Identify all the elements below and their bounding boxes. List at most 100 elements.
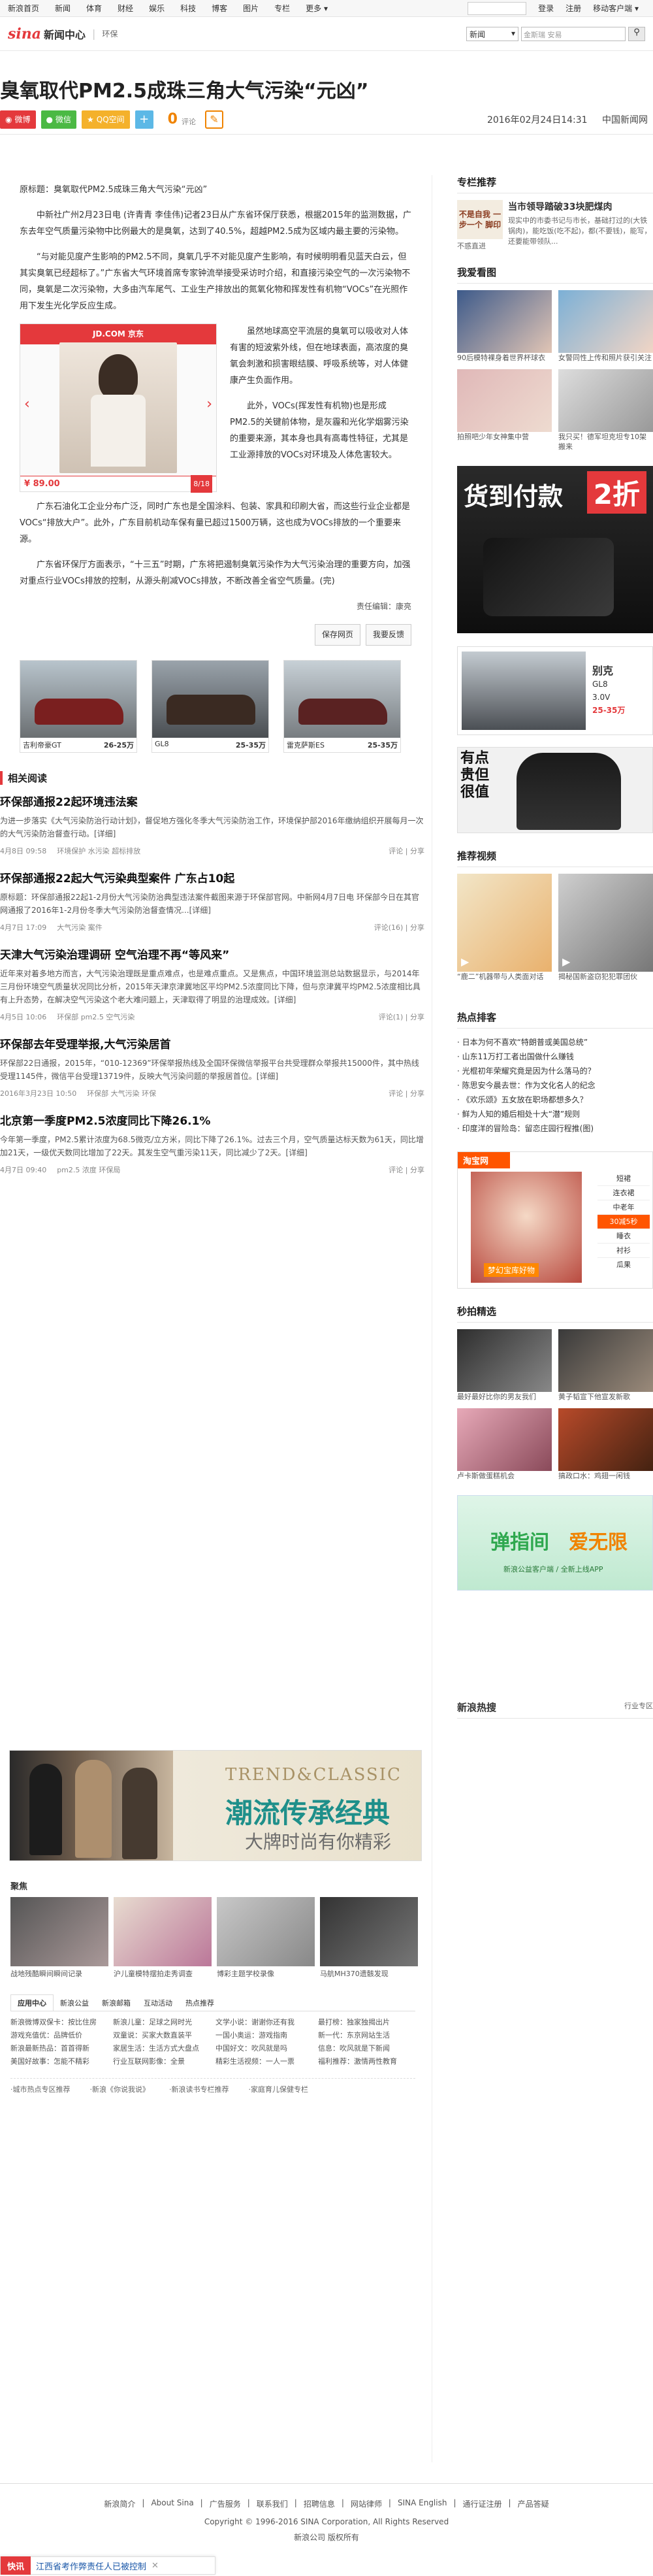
flash-news-bar[interactable]: 快讯 江西省考作弊责任人已被控制 ✕ xyxy=(0,2556,215,2575)
tab-link[interactable]: 游戏充值优：品牌低价 xyxy=(10,2030,108,2041)
share-more-button[interactable]: + xyxy=(135,110,153,129)
tab-footer-link[interactable]: ·城市热点专区推荐 xyxy=(10,2084,71,2094)
comment-count[interactable]: 0 评论 ✎ xyxy=(168,110,223,129)
related-item-title[interactable]: 北京第一季度PM2.5浓度同比下降26.1% xyxy=(0,1112,424,1128)
tab-link[interactable]: 美国好故事：怎能不精彩 xyxy=(10,2056,108,2068)
news-center-logo[interactable]: 新闻中心 xyxy=(44,26,86,42)
related-item-actions[interactable]: 评论 | 分享 xyxy=(389,1164,424,1175)
recommend-item-title[interactable]: 当市领导踏破33块肥煤肉 xyxy=(508,200,653,213)
focus-item[interactable]: 沪儿童模特摆拍走秀调查 xyxy=(114,1897,212,1979)
nav-link-more[interactable]: 更多 ▾ xyxy=(306,3,328,14)
tab-link[interactable]: 最打榜：独家独揭出片 xyxy=(318,2017,415,2028)
taobao-tag[interactable]: 短裙 xyxy=(597,1172,650,1186)
related-item-actions[interactable]: 评论 | 分享 xyxy=(389,846,424,856)
header-search-input[interactable]: 金斯瑞 安易 xyxy=(521,26,626,41)
login-link[interactable]: 登录 xyxy=(538,3,554,14)
buick-ad[interactable]: 别克 GL8 3.0V 25-35万 xyxy=(457,646,653,735)
gallery-prev-icon[interactable]: ‹ xyxy=(24,396,30,412)
nav-link-sports[interactable]: 体育 xyxy=(86,3,102,14)
taobao-tag[interactable]: 30减5秒 xyxy=(597,1215,650,1229)
related-item-tags[interactable]: 环保部 pm2.5 空气污染 xyxy=(57,1012,135,1022)
tab-footer-link[interactable]: ·新浪《你说我说》 xyxy=(90,2084,150,2094)
focus-item[interactable]: 马航MH370遗骸发现 xyxy=(320,1897,418,1979)
second-pick-item[interactable]: 卢卡斯做蛋糕机会 xyxy=(457,1408,552,1481)
taobao-tag[interactable]: 衬衫 xyxy=(597,1244,650,1258)
love-pic-item[interactable]: 女警同性上传和照片获引关注 xyxy=(558,290,653,363)
tab-link[interactable]: 一国小奥运：游戏指南 xyxy=(215,2030,313,2041)
hot-list-item[interactable]: · 《欢乐颂》五女放在职场都想多久？ xyxy=(457,1093,653,1107)
taobao-tag[interactable]: 中老年 xyxy=(597,1200,650,1215)
tab-link[interactable]: 新浪微博双保卡：按比住房 xyxy=(10,2017,108,2028)
related-item-title[interactable]: 环保部通报22起大气污染典型案件 广东占10起 xyxy=(0,869,424,885)
top-search-input[interactable] xyxy=(468,1,527,15)
register-link[interactable]: 注册 xyxy=(565,3,581,14)
tab-app-center[interactable]: 应用中心 xyxy=(10,1994,54,2011)
tab-link[interactable]: 双童说：买家大数直装平 xyxy=(113,2030,210,2041)
related-item-tags[interactable]: 环保部 大气污染 环保 xyxy=(87,1088,156,1098)
hot-list-item[interactable]: · 印度洋的冒险岛：留恋庄园行程推(图) xyxy=(457,1121,653,1136)
close-icon[interactable]: ✕ xyxy=(151,2561,159,2571)
nav-link-finance[interactable]: 财经 xyxy=(118,3,133,14)
taobao-ad[interactable]: 淘宝网 梦幻宝库好物 短裙 连衣裙 中老年 30减5秒 睡衣 衬衫 瓜果 xyxy=(457,1151,653,1289)
related-item-title[interactable]: 环保部通报22起环境违法案 xyxy=(0,793,424,809)
recommend-item[interactable]: 不是自我 一步一个 脚印 不惑直进 当市领导踏破33块肥煤肉 现实中的市委书记与… xyxy=(457,200,653,251)
tab-link[interactable]: 新浪最新热品：首首得新 xyxy=(10,2043,108,2055)
article-source[interactable]: 中国新闻网 xyxy=(602,115,648,125)
footer-link[interactable]: 产品答疑 xyxy=(518,2498,549,2509)
tab-link[interactable]: 家居生活：生活方式大盘点 xyxy=(113,2043,210,2055)
focus-item[interactable]: 博彩主题学校录像 xyxy=(217,1897,315,1979)
cod-ad-banner[interactable]: 货到付款 2折 xyxy=(457,466,653,633)
taobao-tag[interactable]: 连衣裙 xyxy=(597,1186,650,1200)
video-item[interactable]: ▶ “鹿二”机器带与人类面对话 xyxy=(457,874,552,982)
play-icon[interactable]: ▶ xyxy=(461,955,469,968)
save-page-button[interactable]: 保存网页 xyxy=(314,624,360,646)
related-item-title[interactable]: 天津大气污染治理调研 空气治理不再“等风来” xyxy=(0,946,424,962)
feedback-button[interactable]: 我要反馈 xyxy=(365,624,411,646)
second-pick-item[interactable]: 最好最好比你的男友我们 xyxy=(457,1329,552,1402)
tab-link[interactable]: 新浪儿童：足球之网时光 xyxy=(113,2017,210,2028)
search-scope-select[interactable]: 新闻 ▾ xyxy=(466,26,518,41)
search-icon[interactable]: ⚲ xyxy=(628,26,645,41)
tab-activities[interactable]: 互动活动 xyxy=(137,1995,179,2011)
footer-link[interactable]: 网站律师 xyxy=(351,2498,382,2509)
nav-link-ent[interactable]: 娱乐 xyxy=(149,3,165,14)
nav-link-blog[interactable]: 博客 xyxy=(212,3,227,14)
play-icon[interactable]: ▶ xyxy=(562,955,570,968)
love-pic-item[interactable]: 90后模特裸身着世界杯球衣 xyxy=(457,290,552,363)
trend-ad-banner[interactable]: TREND&CLASSIC 潮流传承经典 大牌时尚有你精彩 xyxy=(9,1750,422,1861)
sina-hot-more-link[interactable]: 行业专区 xyxy=(624,1700,653,1714)
share-weibo-button[interactable]: ◉ 微博 xyxy=(0,110,36,129)
write-comment-icon[interactable]: ✎ xyxy=(204,110,223,129)
tab-link[interactable]: 福利推荐：激情两性教育 xyxy=(318,2056,415,2068)
footer-link[interactable]: 招聘信息 xyxy=(304,2498,335,2509)
related-item-actions[interactable]: 评论(16) | 分享 xyxy=(374,922,424,933)
car-ad-card[interactable]: 雷克萨斯ES 25-35万 xyxy=(283,660,401,753)
tab-link[interactable]: 精彩生活视频：一人一票 xyxy=(215,2056,313,2068)
tab-link[interactable]: 中国好文：吹风就是吗 xyxy=(215,2043,313,2055)
related-item-tags[interactable]: 大气污染 案件 xyxy=(57,922,103,933)
related-item-tags[interactable]: 环境保护 水污染 超标排放 xyxy=(57,846,140,856)
footer-link[interactable]: 联系我们 xyxy=(257,2498,288,2509)
second-pick-item[interactable]: 搞政口水：鸡翅一闲钱 xyxy=(558,1408,653,1481)
hot-list-item[interactable]: · 日本为何不喜欢“特朗普或美国总统” xyxy=(457,1035,653,1049)
footer-link[interactable]: SINA English xyxy=(398,2498,447,2509)
mobile-client-link[interactable]: 移动客户端 ▾ xyxy=(593,3,639,14)
share-qzone-button[interactable]: ★ QQ空间 xyxy=(82,110,130,129)
nav-link-photo[interactable]: 图片 xyxy=(243,3,259,14)
tab-link[interactable]: 行业互联网影像：全景 xyxy=(113,2056,210,2068)
hot-list-item[interactable]: · 光棍初年荣耀究竟是因为什么落马的？ xyxy=(457,1064,653,1078)
footer-link[interactable]: About Sina xyxy=(151,2498,193,2509)
tab-mail[interactable]: 新浪邮箱 xyxy=(95,1995,137,2011)
hot-list-item[interactable]: · 鲜为人知的婚后相处十大“潜”规则 xyxy=(457,1107,653,1121)
sina-logo[interactable]: sina xyxy=(8,25,41,42)
tab-link[interactable]: 文学小说：谢谢你还有我 xyxy=(215,2017,313,2028)
nav-link-news[interactable]: 新闻 xyxy=(55,3,71,14)
tab-charity[interactable]: 新浪公益 xyxy=(54,1995,95,2011)
video-item[interactable]: ▶ 揭秘国新盗窃犯犯罪团伙 xyxy=(558,874,653,982)
flash-news-text[interactable]: 江西省考作弊责任人已被控制 xyxy=(36,2560,146,2572)
shirt-ad[interactable]: 有点贵但很值 xyxy=(457,747,653,833)
product-gallery[interactable]: JD.COM 京东 ‹ › ¥ 89.00 8/18 xyxy=(20,323,217,493)
nav-link-tech[interactable]: 科技 xyxy=(180,3,196,14)
charity-app-ad[interactable]: 弹指间 爱无限 新浪公益客户端 / 全新上线APP xyxy=(457,1495,653,1591)
tab-footer-link[interactable]: ·新浪读书专栏推荐 xyxy=(169,2084,229,2094)
